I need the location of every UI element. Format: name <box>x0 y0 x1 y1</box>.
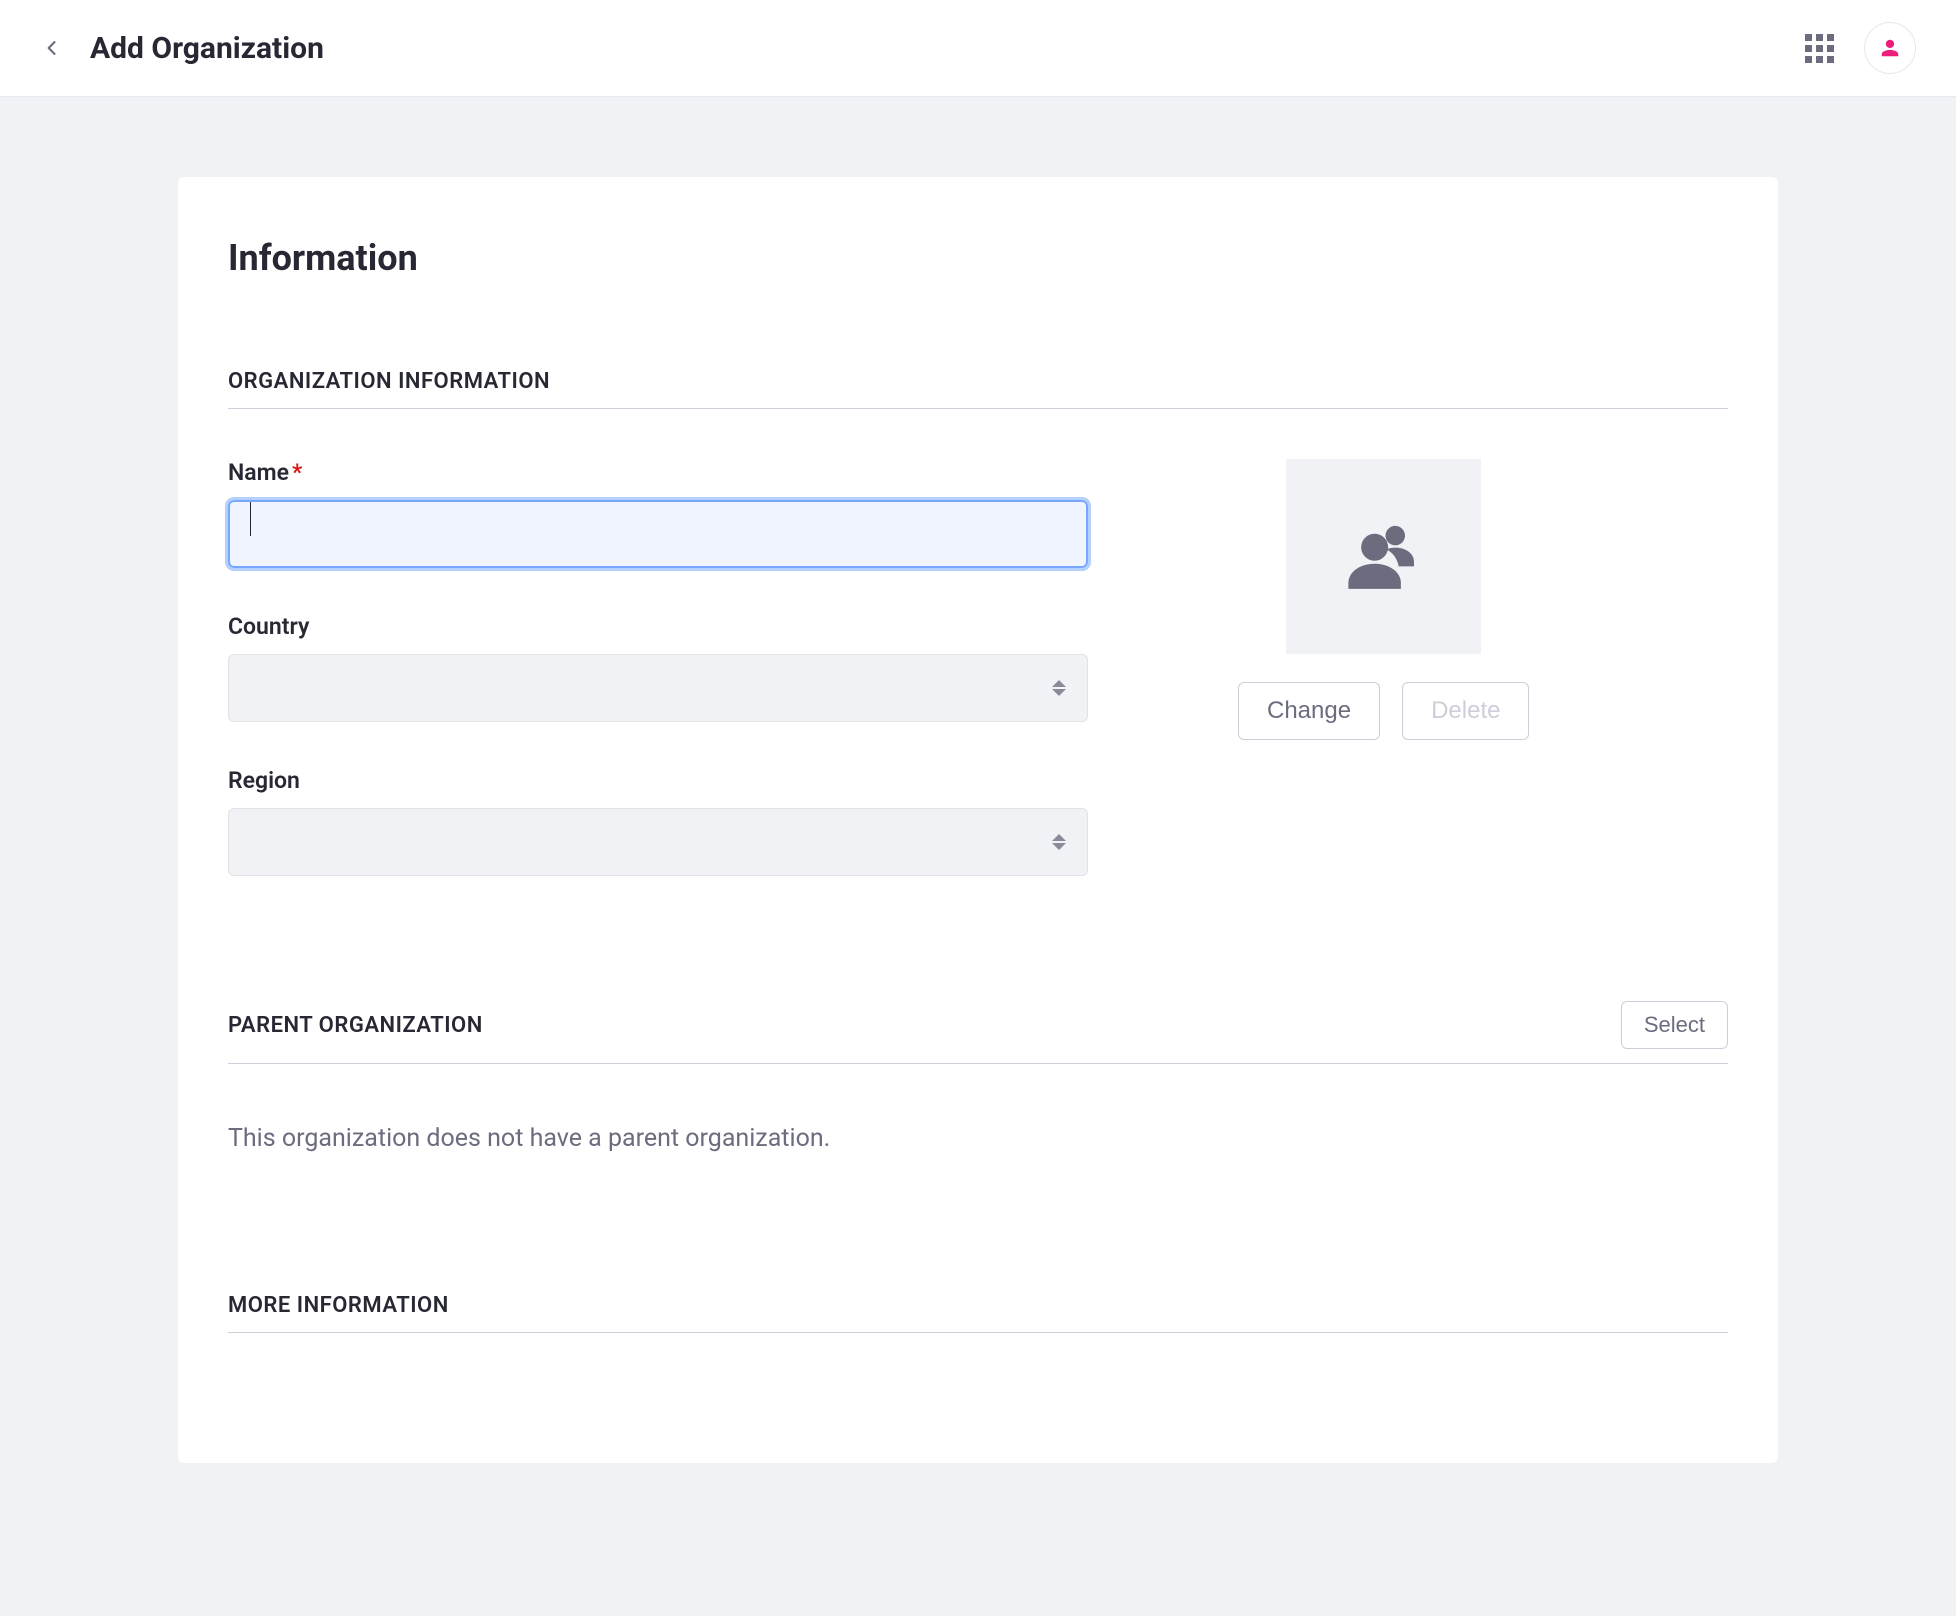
country-select[interactable] <box>228 654 1088 722</box>
name-input[interactable] <box>228 500 1088 568</box>
country-label: Country <box>228 613 1088 640</box>
header-left: Add Organization <box>42 31 324 66</box>
region-select[interactable] <box>228 808 1088 876</box>
logo-column: Change Delete <box>1238 459 1649 740</box>
region-select-wrap <box>228 808 1088 876</box>
parent-org-section: PARENT ORGANIZATION Select This organiza… <box>228 1001 1728 1153</box>
user-icon <box>1879 37 1901 59</box>
back-button[interactable] <box>42 38 62 58</box>
required-indicator: * <box>292 459 302 486</box>
page-title: Add Organization <box>90 31 324 66</box>
region-group: Region <box>228 767 1088 876</box>
region-label: Region <box>228 767 1088 794</box>
org-logo-placeholder <box>1286 459 1481 654</box>
organization-icon <box>1339 512 1429 602</box>
apps-grid-icon <box>1805 34 1834 63</box>
country-select-wrap <box>228 654 1088 722</box>
user-avatar[interactable] <box>1864 22 1916 74</box>
name-group: Name* <box>228 459 1088 568</box>
form-card: Information ORGANIZATION INFORMATION Nam… <box>178 177 1778 1463</box>
change-logo-button[interactable]: Change <box>1238 682 1380 740</box>
org-info-row: Name* Country Region <box>228 459 1728 921</box>
select-parent-button[interactable]: Select <box>1621 1001 1728 1049</box>
card-title: Information <box>228 237 1728 279</box>
apps-button[interactable] <box>1805 34 1834 63</box>
section-org-info-heading: ORGANIZATION INFORMATION <box>228 369 1728 409</box>
chevron-left-icon <box>42 38 62 58</box>
name-label: Name* <box>228 459 1088 486</box>
country-group: Country <box>228 613 1088 722</box>
logo-buttons: Change Delete <box>1238 682 1529 740</box>
more-info-section: MORE INFORMATION <box>228 1293 1728 1333</box>
parent-org-empty-text: This organization does not have a parent… <box>228 1124 1728 1153</box>
page-header: Add Organization <box>0 0 1956 97</box>
delete-logo-button: Delete <box>1402 682 1529 740</box>
header-right <box>1805 22 1916 74</box>
name-label-text: Name <box>228 459 289 486</box>
form-column: Name* Country Region <box>228 459 1088 921</box>
section-parent-org-heading: PARENT ORGANIZATION <box>228 1013 483 1038</box>
section-more-info-heading: MORE INFORMATION <box>228 1293 1728 1333</box>
content-wrap: Information ORGANIZATION INFORMATION Nam… <box>0 97 1956 1543</box>
parent-org-heading-row: PARENT ORGANIZATION Select <box>228 1001 1728 1064</box>
